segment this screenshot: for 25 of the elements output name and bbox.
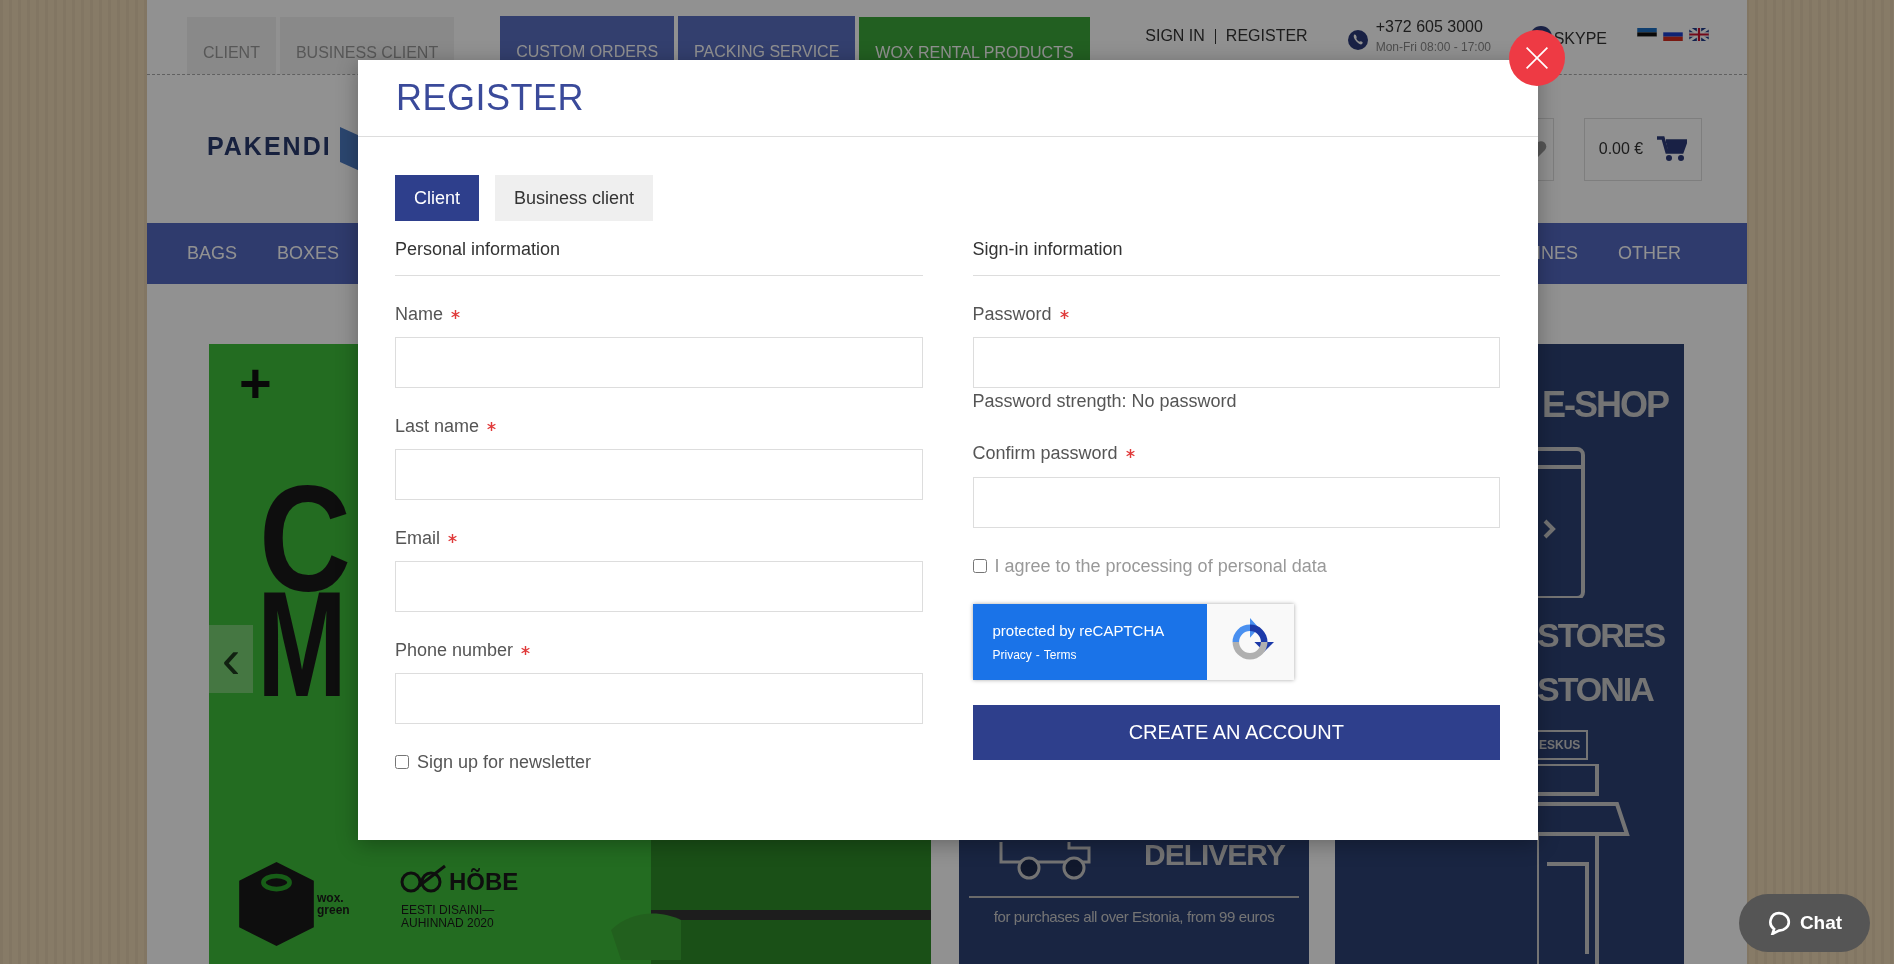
award-title: HÕBE	[449, 868, 519, 896]
field-label: Phone number	[395, 639, 514, 662]
logo-tagline: wox. green	[317, 892, 351, 916]
opening-hours: Mon-Fri 08:00 - 17:00	[1375, 40, 1493, 54]
dialog-title: REGISTER	[396, 77, 585, 119]
banner-heading: STONIA	[1537, 670, 1653, 709]
checkbox-label: Sign up for newsletter	[417, 751, 592, 773]
field-label: Confirm password	[972, 442, 1118, 465]
field-label: Last name	[395, 415, 480, 438]
field-label: Name	[395, 303, 443, 326]
banner-heading: STORES	[1537, 616, 1665, 655]
section-title: Personal information	[395, 221, 923, 276]
award-caption: EESTI DISAINI— AUHINNAD 2020	[401, 904, 496, 930]
banner-heading: E-SHOP	[1542, 384, 1669, 426]
phone-number: +372 605 3000	[1375, 18, 1484, 36]
recaptcha-text: protected by reCAPTCHA	[992, 622, 1166, 639]
plus-glyph: +	[239, 350, 272, 415]
banner-caption: for purchases all over Estonia, from 99 euros	[969, 896, 1299, 925]
link-separator: -	[1035, 648, 1040, 662]
section-title: Sign-in information	[972, 221, 1500, 276]
checkbox-label: I agree to the processing of personal data	[994, 555, 1327, 577]
field-label: Password	[972, 303, 1052, 326]
password-strength: Password strength: No password	[972, 390, 1238, 412]
field-label: Email	[395, 527, 440, 550]
banner-heading: DELIVERY	[1144, 838, 1285, 872]
